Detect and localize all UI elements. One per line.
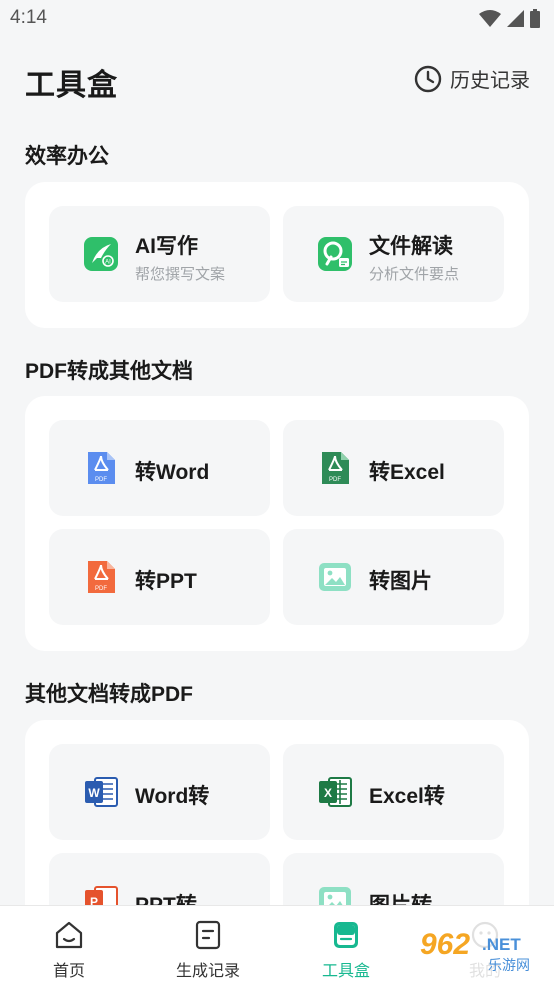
status-bar: 4:14 <box>0 0 554 38</box>
svg-text:乐游网: 乐游网 <box>488 958 530 974</box>
pdf-blue-icon: PDF <box>88 452 115 484</box>
tile-subtitle: 帮您撰写文案 <box>135 266 226 283</box>
history-button[interactable]: 历史记录 <box>414 64 530 93</box>
ai-writing-tile[interactable]: AI AI写作 帮您撰写文案 <box>49 206 270 302</box>
pdf-to-image-tile[interactable]: 转图片 <box>283 529 504 625</box>
excel-icon: X <box>319 777 352 807</box>
svg-text:AI: AI <box>105 260 111 266</box>
pdf-to-ppt-tile[interactable]: PDF 转PPT <box>49 529 270 625</box>
history-label: 历史记录 <box>450 70 530 92</box>
signal-icon <box>507 10 524 27</box>
word-to-pdf-tile[interactable]: W Word转 <box>49 744 270 840</box>
tile-title: Excel转 <box>369 785 445 808</box>
pdf-green-icon: PDF <box>322 452 349 484</box>
document-icon <box>195 920 221 950</box>
clock-icon <box>414 65 442 92</box>
nav-label: 工具盒 <box>321 963 370 980</box>
nav-label: 生成记录 <box>175 963 240 980</box>
tile-title: 转Word <box>135 461 210 484</box>
header: 工具盒 历史记录 <box>0 52 554 108</box>
section-title-other-to-pdf: 其他文档转成PDF <box>25 683 193 706</box>
tile-title: 转图片 <box>369 570 432 593</box>
section-title-pdf-to-other: PDF转成其他文档 <box>25 360 193 383</box>
tile-title: 转Excel <box>369 461 445 484</box>
nav-item-home[interactable]: 首页 <box>0 906 138 984</box>
nav-item-toolbox[interactable]: 工具盒 <box>277 906 415 984</box>
page-title: 工具盒 <box>25 69 118 102</box>
image-icon <box>319 563 351 591</box>
tile-title: 转PPT <box>135 570 197 593</box>
toolbox-icon <box>334 922 358 948</box>
battery-icon <box>530 9 540 28</box>
home-icon <box>55 921 83 949</box>
pdf-to-other-card: PDF 转Word PDF 转Excel PDF 转PPT 转图片 <box>25 396 529 651</box>
excel-to-pdf-tile[interactable]: X Excel转 <box>283 744 504 840</box>
svg-text:PDF: PDF <box>329 477 341 483</box>
status-icons <box>479 9 540 28</box>
wifi-icon <box>479 9 501 27</box>
efficiency-card: AI AI写作 帮您撰写文案 文件解读 分析文件要点 <box>25 182 529 328</box>
pdf-to-word-tile[interactable]: PDF 转Word <box>49 420 270 516</box>
status-time: 4:14 <box>10 7 47 28</box>
file-analysis-icon <box>318 237 352 271</box>
svg-text:W: W <box>88 786 100 800</box>
pdf-orange-icon: PDF <box>88 561 115 593</box>
svg-text:X: X <box>324 786 332 800</box>
tile-title: Word转 <box>135 785 210 808</box>
watermark-logo: 962 .NET 乐游网 <box>410 920 550 978</box>
nav-label: 首页 <box>52 963 85 980</box>
tile-title: 文件解读 <box>369 235 453 258</box>
file-analysis-tile[interactable]: 文件解读 分析文件要点 <box>283 206 504 302</box>
svg-text:PDF: PDF <box>95 586 107 592</box>
ai-writing-icon: AI <box>84 237 118 271</box>
tile-subtitle: 分析文件要点 <box>369 266 460 283</box>
svg-text:962: 962 <box>420 928 470 961</box>
tile-title: AI写作 <box>135 235 198 258</box>
nav-item-records[interactable]: 生成记录 <box>139 906 277 984</box>
pdf-to-excel-tile[interactable]: PDF 转Excel <box>283 420 504 516</box>
word-icon: W <box>85 777 118 807</box>
section-title-efficiency: 效率办公 <box>25 145 109 168</box>
svg-text:.NET: .NET <box>482 935 521 954</box>
svg-text:PDF: PDF <box>95 477 107 483</box>
